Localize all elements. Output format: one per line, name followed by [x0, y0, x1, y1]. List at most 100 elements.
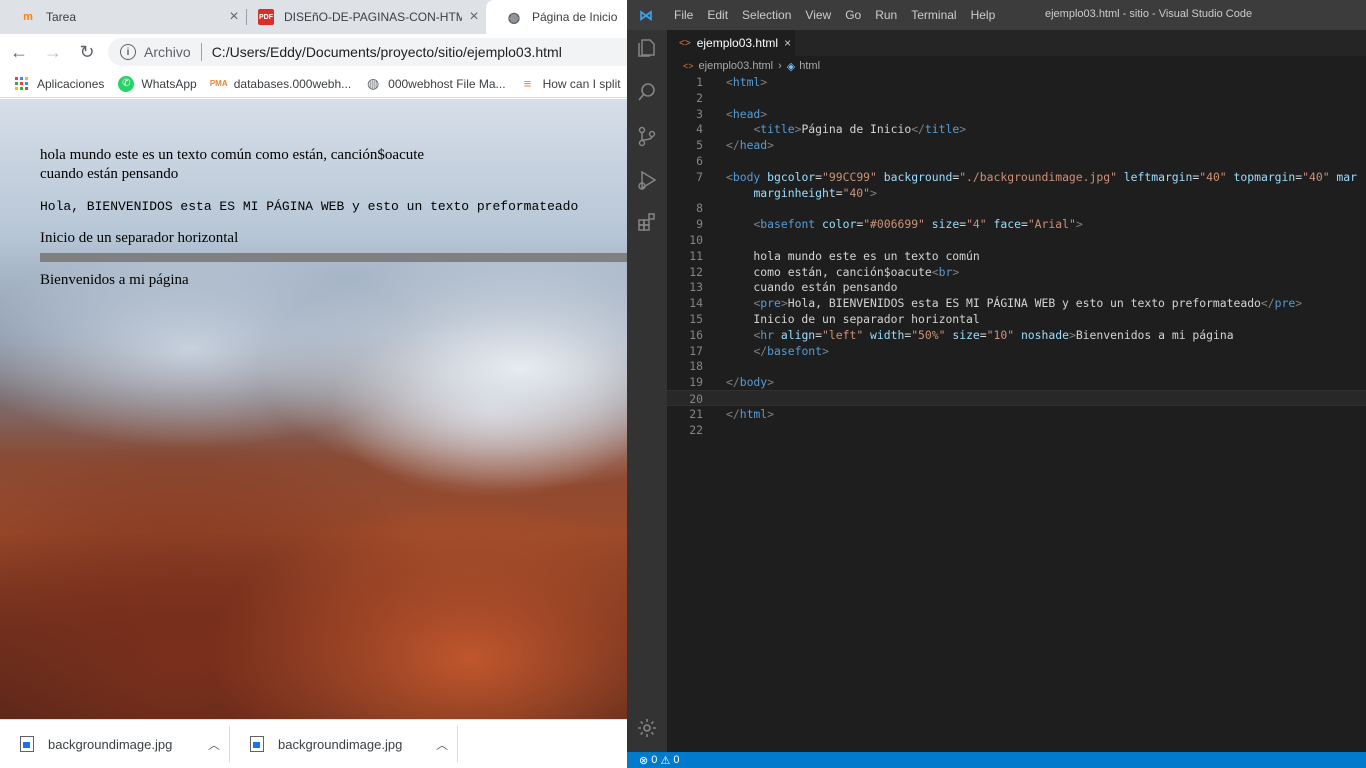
code-editor[interactable]: 1 <html> 2 3 <head> 4 <title>Página de Inicio… [667, 74, 1366, 752]
code-line[interactable]: 19 </body> [667, 374, 1366, 390]
explorer-icon[interactable] [635, 36, 659, 60]
address-bar[interactable]: i Archivo C:/Users/Eddy/Documents/proyec… [108, 38, 627, 66]
breadcrumb-symbol[interactable]: html [799, 60, 820, 72]
search-icon[interactable] [635, 80, 659, 104]
code-line[interactable]: 2 [667, 90, 1366, 106]
bookmark-stackoverflow[interactable]: ≡ How can I split [520, 76, 621, 92]
error-count[interactable]: 0 [651, 754, 657, 766]
code-token: como están, canción$oacute [726, 264, 932, 279]
settings-gear-icon[interactable] [635, 716, 659, 740]
extensions-icon[interactable] [635, 210, 659, 234]
code-token: > [760, 75, 768, 89]
address-url[interactable]: C:/Users/Eddy/Documents/proyecto/sitio/e… [212, 44, 562, 60]
menu-view[interactable]: View [798, 8, 838, 22]
line-number: 18 [689, 359, 703, 374]
close-icon[interactable]: × [462, 8, 486, 26]
code-line[interactable]: 5 </head> [667, 137, 1366, 153]
symbol-element-icon: ◈ [786, 60, 796, 73]
code-line[interactable]: 22 [667, 422, 1366, 438]
warning-icon[interactable]: ⚠ [660, 754, 670, 767]
chevron-up-icon[interactable]: ︿ [199, 736, 229, 753]
tab-tarea[interactable]: m Tarea × [0, 0, 246, 34]
bookmark-file-manager[interactable]: ◍ 000webhost File Ma... [365, 75, 506, 92]
code-line[interactable]: 16 <hr align="left" width="50%" size="10… [667, 327, 1366, 343]
source-control-icon[interactable] [635, 124, 659, 148]
run-debug-icon[interactable] [635, 168, 659, 192]
code-line[interactable]: 18 [667, 358, 1366, 374]
separator-text: Inicio de un separador horizontal [40, 230, 239, 246]
code-line[interactable]: 7 <body bgcolor="99CC99" background="./ba… [667, 169, 1366, 185]
code-line[interactable]: 15 Inicio de un separador horizontal [667, 311, 1366, 327]
menu-terminal[interactable]: Terminal [904, 8, 963, 22]
code-token: "50%" [911, 327, 946, 342]
menu-go[interactable]: Go [838, 8, 868, 22]
code-line[interactable]: 21 </html> [667, 406, 1366, 422]
chevron-right-icon: › [778, 60, 782, 72]
code-token: > [952, 264, 960, 279]
code-token: bgcolor [767, 169, 816, 184]
line-number: 4 [696, 122, 703, 137]
menu-selection[interactable]: Selection [735, 8, 798, 22]
reload-icon[interactable]: ↻ [72, 37, 102, 67]
stackoverflow-icon: ≡ [523, 76, 532, 91]
tab-pagina-de-inicio[interactable]: ◍ Página de Inicio [486, 0, 627, 34]
back-arrow-icon[interactable]: ← [4, 37, 34, 67]
code-token: width [870, 327, 905, 342]
code-text: marginheight="40"> [726, 185, 876, 201]
code-line[interactable]: 17 </basefont> [667, 343, 1366, 359]
menu-file[interactable]: File [667, 8, 700, 22]
code-line[interactable]: 3 <head> [667, 106, 1366, 122]
line-number: 14 [689, 296, 703, 311]
bookmarks-bar: Aplicaciones ✆ WhatsApp PMA databases.00… [0, 70, 627, 98]
forward-arrow-icon[interactable]: → [38, 37, 68, 67]
bookmark-whatsapp[interactable]: ✆ WhatsApp [118, 75, 197, 92]
code-text: como están, canción$oacute<br> [726, 264, 959, 280]
code-line[interactable]: marginheight="40"> [667, 185, 1366, 201]
code-line[interactable]: 9 <basefont color="#006699" size="4" fac… [667, 216, 1366, 232]
warning-count[interactable]: 0 [673, 754, 679, 766]
info-icon[interactable]: i [120, 44, 136, 60]
line-number: 5 [696, 138, 703, 153]
code-token: > [767, 375, 775, 390]
chevron-up-icon[interactable]: ︿ [427, 736, 457, 753]
tab-pdf[interactable]: PDF DISEñO-DE-PAGINAS-CON-HTM × [238, 0, 486, 34]
code-token: > [959, 122, 967, 137]
code-token: Inicio de un separador horizontal [726, 312, 980, 326]
editor-tab-ejemplo03[interactable]: <> ejemplo03.html × [667, 30, 795, 56]
code-line[interactable]: 1 <html> [667, 74, 1366, 90]
close-icon[interactable]: × [784, 36, 791, 50]
code-line[interactable]: 13 cuando están pensando [667, 279, 1366, 295]
download-item[interactable]: backgroundimage.jpg ︿ [0, 726, 230, 762]
code-text: </head> [726, 137, 774, 153]
code-line[interactable]: 8 [667, 200, 1366, 216]
code-line[interactable]: 11 hola mundo este es un texto común [667, 248, 1366, 264]
breadcrumb-file[interactable]: ejemplo03.html [699, 60, 774, 72]
bookmark-databases[interactable]: PMA databases.000webh... [210, 76, 351, 92]
code-line[interactable]: 20 [667, 390, 1366, 406]
line-number: 1 [696, 75, 703, 89]
code-token: </ [1260, 296, 1275, 311]
line-number: 12 [689, 264, 703, 279]
menu-edit[interactable]: Edit [700, 8, 735, 22]
code-token: "./backgroundimage.jpg" [959, 169, 1117, 184]
bookmark-aplicaciones[interactable]: Aplicaciones [14, 76, 104, 92]
code-line[interactable]: 4 <title>Página de Inicio</title> [667, 121, 1366, 137]
error-icon[interactable]: ⊗ [639, 754, 648, 767]
download-item[interactable]: backgroundimage.jpg ︿ [230, 726, 458, 762]
code-token: "4" [966, 217, 987, 232]
line-number: 13 [689, 280, 703, 295]
moodle-icon: m [23, 11, 33, 23]
code-token: </ [753, 343, 768, 358]
code-line[interactable]: 6 [667, 153, 1366, 169]
code-token: </ [726, 406, 740, 421]
menu-help[interactable]: Help [964, 8, 1003, 22]
code-line[interactable]: 10 [667, 232, 1366, 248]
code-line[interactable]: 12 como están, canción$oacute<br> [667, 264, 1366, 280]
menu-run[interactable]: Run [868, 8, 904, 22]
address-scheme: Archivo [144, 44, 191, 60]
code-line[interactable]: 14 <pre>Hola, BIENVENIDOS esta ES MI PÁG… [667, 295, 1366, 311]
code-text: </body> [726, 374, 774, 390]
